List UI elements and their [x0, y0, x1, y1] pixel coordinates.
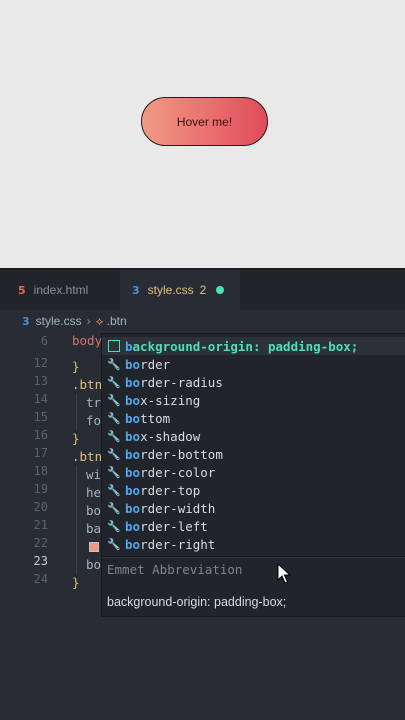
- tab-label: style.css: [147, 283, 194, 297]
- code-property-editing[interactable]: bo: [86, 556, 101, 574]
- line-number: 6: [40, 334, 48, 348]
- suggestion-item[interactable]: 🔧 border-left: [102, 517, 405, 535]
- wrench-icon: 🔧: [107, 393, 121, 407]
- wrench-icon: 🔧: [107, 357, 121, 371]
- suggestion-label: rder-right: [140, 536, 216, 552]
- code-property[interactable]: tr: [86, 394, 101, 412]
- code-brace[interactable]: }: [72, 358, 80, 376]
- suggestion-label: ackground-origin: padding-box;: [132, 338, 359, 354]
- line-number: 20: [33, 500, 48, 514]
- suggestion-details-panel: Emmet Abbreviation background-origin: pa…: [101, 557, 405, 617]
- browser-preview: Hover me!: [0, 0, 405, 268]
- suggestion-item[interactable]: 🔧 box-sizing: [102, 391, 405, 409]
- suggestion-item[interactable]: 🔧 border-bottom: [102, 445, 405, 463]
- details-body: background-origin: padding-box;: [107, 595, 287, 609]
- code-selector-body[interactable]: body: [72, 332, 102, 350]
- breadcrumb-file[interactable]: style.css: [36, 314, 82, 328]
- wrench-icon: 🔧: [107, 465, 121, 479]
- autocomplete-suggestions: background-origin: padding-box; 🔧 border…: [101, 333, 405, 557]
- css3-icon: 3: [22, 314, 30, 328]
- chevron-right-icon: ›: [86, 314, 91, 328]
- suggestion-item[interactable]: 🔧 border: [102, 355, 405, 373]
- line-number: 14: [33, 392, 48, 406]
- css3-icon: 3: [132, 283, 140, 297]
- code-selector-btn[interactable]: .btn: [72, 376, 102, 394]
- suggestion-label: rder-bottom: [140, 446, 223, 462]
- line-number: 21: [33, 518, 48, 532]
- tab-label: index.html: [33, 283, 89, 297]
- hover-me-button[interactable]: Hover me!: [141, 97, 268, 146]
- indent-guide: [76, 394, 77, 430]
- line-number-active: 23: [33, 554, 48, 568]
- wrench-icon: 🔧: [107, 429, 121, 443]
- line-number: 18: [33, 464, 48, 478]
- line-number: 24: [33, 572, 48, 586]
- breadcrumb-symbol[interactable]: .btn: [107, 314, 127, 328]
- line-number: 15: [33, 410, 48, 424]
- tab-index-html[interactable]: 5 index.html: [8, 270, 110, 310]
- details-title: Emmet Abbreviation: [107, 562, 243, 577]
- code-brace[interactable]: }: [72, 574, 80, 592]
- html5-icon: 5: [18, 283, 26, 297]
- wrench-icon: 🔧: [107, 411, 121, 425]
- suggestion-label: rder-color: [140, 464, 216, 480]
- suggestion-label: rder: [140, 356, 171, 372]
- code-property[interactable]: ba: [86, 520, 101, 538]
- suggestion-label: ttom: [140, 410, 171, 426]
- suggestion-label: rder-radius: [140, 374, 223, 390]
- code-property[interactable]: fo: [86, 412, 101, 430]
- line-number: 17: [33, 446, 48, 460]
- suggestion-item[interactable]: 🔧 border-radius: [102, 373, 405, 391]
- wrench-icon: 🔧: [107, 519, 121, 533]
- wrench-icon: 🔧: [107, 375, 121, 389]
- line-number: 19: [33, 482, 48, 496]
- line-number: 13: [33, 374, 48, 388]
- wrench-icon: 🔧: [107, 537, 121, 551]
- line-number: 22: [33, 536, 48, 550]
- suggestion-label: rder-width: [140, 500, 216, 516]
- line-number: 16: [33, 428, 48, 442]
- unsaved-dot-icon[interactable]: [216, 286, 225, 294]
- color-swatch[interactable]: [89, 542, 99, 552]
- suggestion-item[interactable]: 🔧 bottom: [102, 409, 405, 427]
- indent-guide: [76, 466, 77, 574]
- code-property[interactable]: bo: [86, 502, 101, 520]
- suggestion-item[interactable]: 🔧 box-shadow: [102, 427, 405, 445]
- suggestion-label: x-sizing: [140, 392, 201, 408]
- breadcrumb: 3 style.css › ⟡ .btn: [0, 310, 405, 332]
- suggestion-item[interactable]: 🔧 border-right: [102, 535, 405, 553]
- code-property[interactable]: he: [86, 484, 101, 502]
- code-property[interactable]: wi: [86, 466, 101, 484]
- suggestion-item[interactable]: 🔧 border-top: [102, 481, 405, 499]
- suggestion-label: x-shadow: [140, 428, 201, 444]
- wrench-icon: 🔧: [107, 447, 121, 461]
- editor-tab-bar: 5 index.html 3 style.css 2: [0, 270, 405, 310]
- suggestion-label: rder-left: [140, 518, 208, 534]
- suggestion-item[interactable]: 🔧 border-color: [102, 463, 405, 481]
- code-selector-btn[interactable]: .btn: [72, 448, 102, 466]
- problems-count-badge: 2: [199, 283, 207, 297]
- wrench-icon: 🔧: [107, 501, 121, 515]
- suggestion-label: rder-top: [140, 482, 201, 498]
- wrench-icon: 🔧: [107, 483, 121, 497]
- suggestion-item[interactable]: 🔧 border-width: [102, 499, 405, 517]
- snippet-icon: [108, 340, 120, 352]
- code-brace[interactable]: }: [72, 430, 80, 448]
- selector-icon: ⟡: [95, 313, 104, 328]
- mouse-pointer-icon: [277, 563, 291, 584]
- tab-style-css[interactable]: 3 style.css 2: [120, 270, 240, 310]
- line-number: 12: [33, 356, 48, 370]
- suggestion-item-selected[interactable]: background-origin: padding-box;: [102, 337, 405, 355]
